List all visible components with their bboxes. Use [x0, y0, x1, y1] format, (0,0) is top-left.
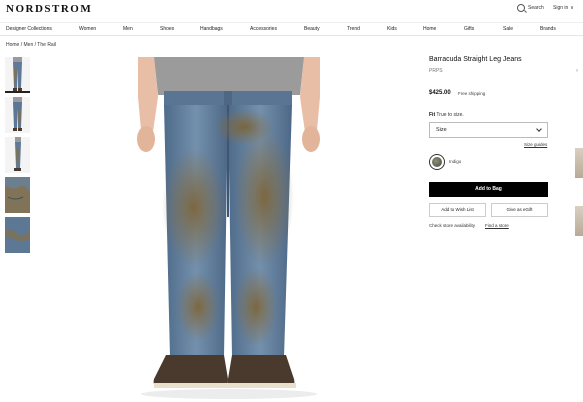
signin-button[interactable]: Sign in ∨ [553, 5, 574, 11]
thumbnail-back[interactable] [5, 97, 30, 133]
nav-shoes[interactable]: Shoes [160, 26, 174, 32]
give-as-egift-button[interactable]: Give as eGift [491, 203, 548, 217]
shipping-note: Free shipping [458, 91, 486, 96]
find-a-store-link[interactable]: Find a store [485, 223, 509, 228]
chevron-down-icon [536, 126, 542, 132]
thumbnail-fabric[interactable] [5, 217, 30, 253]
thumbnail-front[interactable] [5, 57, 30, 93]
related-items-strip: › [574, 56, 583, 296]
store-availability-label: Check store availability [429, 223, 476, 228]
search-label: Search [528, 5, 544, 11]
fit-info: Fit True to size. [429, 112, 464, 118]
product-price: $425.00 [429, 90, 451, 96]
add-to-bag-button[interactable]: Add to Bag [429, 182, 548, 197]
nav-brands[interactable]: Brands [540, 26, 556, 32]
product-hero-image[interactable] [124, 57, 334, 402]
main-nav: Designer Collections Women Men Shoes Han… [0, 22, 583, 36]
nav-handbags[interactable]: Handbags [200, 26, 223, 32]
size-guides-link[interactable]: Size guides [524, 142, 547, 147]
search-button[interactable]: Search [517, 4, 544, 12]
fit-label: Fit [429, 112, 436, 118]
chevron-right-icon[interactable]: › [576, 68, 578, 74]
search-icon [517, 4, 525, 12]
thumbnail-side[interactable] [5, 137, 30, 173]
add-to-wish-list-button[interactable]: Add to Wish List [429, 203, 486, 217]
chevron-down-icon: ∨ [570, 5, 574, 11]
nordstrom-logo[interactable]: NORDSTROM [6, 3, 92, 15]
signin-label: Sign in [553, 5, 569, 11]
nav-accessories[interactable]: Accessories [250, 26, 277, 32]
thumbnail-detail[interactable] [5, 177, 30, 213]
nav-trend[interactable]: Trend [347, 26, 360, 32]
nav-women[interactable]: Women [79, 26, 96, 32]
color-name: Indigo [449, 159, 462, 164]
fit-value: True to size. [436, 112, 464, 118]
color-swatch-indigo[interactable] [429, 154, 445, 170]
related-item[interactable] [575, 206, 583, 236]
site-header: NORDSTROM Search Sign in ∨ [0, 0, 583, 20]
nav-kids[interactable]: Kids [387, 26, 397, 32]
breadcrumb[interactable]: Home / Men / The Rail [6, 42, 56, 48]
nav-designer-collections[interactable]: Designer Collections [6, 26, 52, 32]
product-brand[interactable]: PRPS [429, 68, 443, 74]
nav-gifts[interactable]: Gifts [464, 26, 474, 32]
nav-men[interactable]: Men [123, 26, 133, 32]
size-placeholder: Size [436, 127, 447, 133]
size-dropdown[interactable]: Size [429, 122, 548, 138]
jeans-model-illustration [137, 57, 320, 399]
nav-beauty[interactable]: Beauty [304, 26, 320, 32]
related-item[interactable] [575, 148, 583, 178]
nav-sale[interactable]: Sale [503, 26, 513, 32]
nav-home[interactable]: Home [423, 26, 436, 32]
product-title: Barracuda Straight Leg Jeans [429, 56, 522, 63]
swatch-fill [432, 157, 442, 167]
